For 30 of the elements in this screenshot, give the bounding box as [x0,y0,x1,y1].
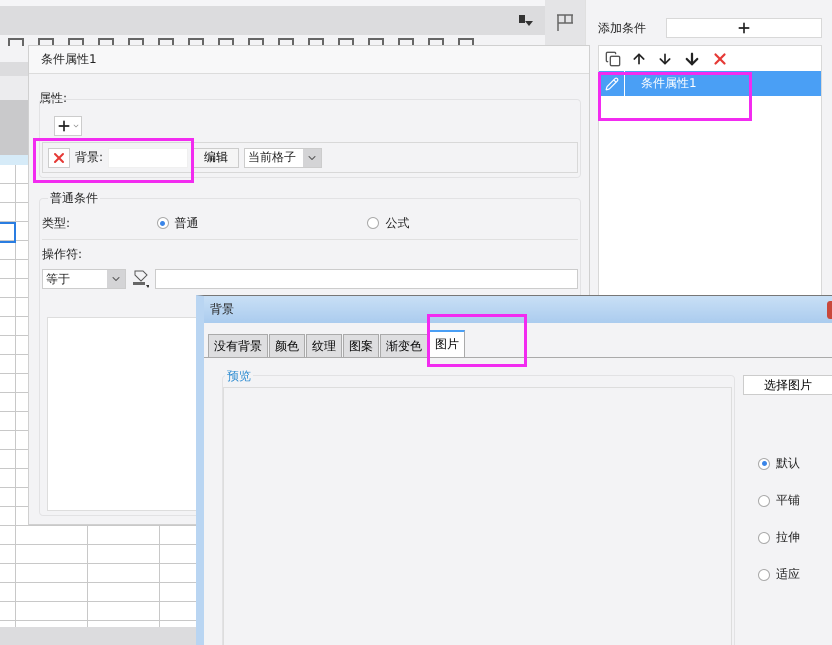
preview-label: 预览 [225,368,253,385]
tab[interactable]: 图案 [343,334,379,357]
tab[interactable]: 没有背景 [208,334,268,357]
type-label: 类型: [42,214,72,232]
radio-label: 拉伸 [776,529,800,546]
tab[interactable]: 图片 [429,330,465,357]
operator-dropdown[interactable]: 等于 [42,269,126,289]
radio-option[interactable]: 拉伸 [758,529,832,546]
radio-option[interactable]: 适应 [758,566,832,583]
radio-option[interactable]: 公式 [367,214,578,232]
radio-label: 公式 [385,214,410,232]
add-condition-label: 添加条件 [598,20,646,36]
tab[interactable]: 颜色 [269,334,305,357]
radio-option[interactable]: 平铺 [758,492,832,509]
radio-label: 普通 [174,214,198,232]
edit-button[interactable]: 编辑 [193,148,240,168]
dialog-title: 背景 [210,301,234,318]
dialog-title: 条件属性1 [41,51,97,68]
tab[interactable]: 纹理 [306,334,342,357]
operator-label: 操作符: [42,246,84,263]
scope-dropdown[interactable]: 当前格子 [244,148,322,168]
radio-label: 平铺 [776,492,800,509]
radio-option[interactable]: 默认 [758,455,832,472]
radio-label: 默认 [776,455,800,472]
tab[interactable]: 渐变色 [380,334,428,357]
select-image-button[interactable]: 选择图片 [743,375,832,395]
radio-option[interactable]: 普通 [156,214,368,232]
property-label: 背景: [75,149,104,166]
radio-label: 适应 [776,566,800,583]
section-title: 普通条件 [48,190,100,207]
